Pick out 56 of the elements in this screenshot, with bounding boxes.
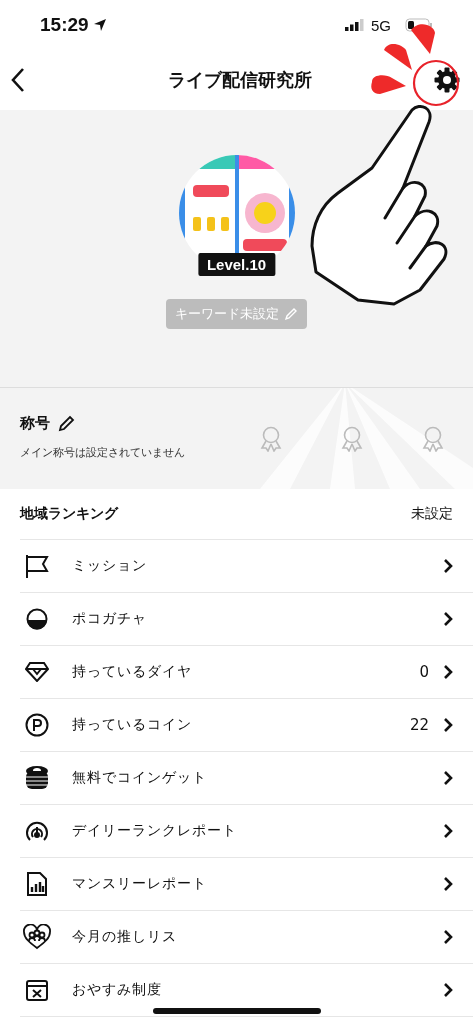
back-button[interactable] [10, 67, 26, 93]
menu-item[interactable]: 持っているコイン 22 [20, 699, 473, 752]
chevron-right-icon [443, 823, 453, 839]
pencil-icon [284, 307, 298, 321]
pencil-icon[interactable] [58, 415, 75, 432]
menu-item[interactable]: 今月の推しリス [20, 911, 473, 964]
menu-label: 今月の推しリス [72, 928, 178, 946]
menu-label: ポコガチャ [72, 610, 148, 628]
level-badge: Level.10 [197, 253, 276, 276]
title-heading: 称号 [20, 414, 50, 433]
menu-item[interactable]: デイリーランクレポート [20, 805, 473, 858]
ranking-value: 未設定 [411, 505, 453, 523]
chevron-right-icon [443, 929, 453, 945]
network-label: 5G [371, 16, 391, 34]
settings-button[interactable] [433, 66, 461, 94]
menu-label: おやすみ制度 [72, 981, 163, 999]
heart-people-icon [23, 924, 51, 950]
title-description: メイン称号は設定されていません [20, 445, 186, 460]
clock: 15:29 [40, 14, 89, 36]
chevron-right-icon [443, 876, 453, 892]
signal-icon [345, 19, 365, 31]
chevron-right-icon [443, 770, 453, 786]
chevron-right-icon [443, 558, 453, 574]
menu-label: ミッション [72, 557, 148, 575]
menu-item[interactable]: マンスリーレポート [20, 858, 473, 911]
location-arrow-icon [92, 18, 107, 32]
ranking-label: 地域ランキング [20, 505, 120, 523]
menu-label: 持っているコイン [72, 716, 193, 734]
coin-icon [25, 713, 49, 737]
flag-icon [24, 553, 50, 579]
menu-item[interactable]: 持っているダイヤ 0 [20, 646, 473, 699]
menu-label: 持っているダイヤ [72, 663, 193, 681]
menu-item[interactable]: ポコガチャ [20, 593, 473, 646]
menu-item[interactable]: ミッション [20, 540, 473, 593]
chevron-right-icon [443, 717, 453, 733]
diamond-icon [25, 662, 49, 682]
page-title: ライブ配信研究所 [166, 68, 313, 92]
capsule-icon [26, 608, 48, 630]
menu-label: 無料でコインゲット [72, 769, 208, 787]
chevron-right-icon [443, 982, 453, 998]
chevron-right-icon [443, 611, 453, 627]
bar-chart-icon [27, 872, 47, 896]
coin-stack-icon [25, 765, 49, 791]
menu-item[interactable]: 無料でコインゲット [20, 752, 473, 805]
back-icon [10, 67, 26, 93]
gauge-icon [25, 820, 49, 842]
chevron-right-icon [443, 664, 453, 680]
calendar-x-icon [26, 979, 48, 1001]
menu-label: マンスリーレポート [72, 875, 208, 893]
settings-icon [433, 66, 461, 94]
medal-icon [340, 425, 363, 452]
menu-value: 22 [409, 716, 429, 734]
menu-label: デイリーランクレポート [72, 822, 238, 840]
medal-icon [421, 425, 444, 452]
menu-value: 0 [419, 663, 429, 681]
medal-icon [259, 425, 282, 452]
